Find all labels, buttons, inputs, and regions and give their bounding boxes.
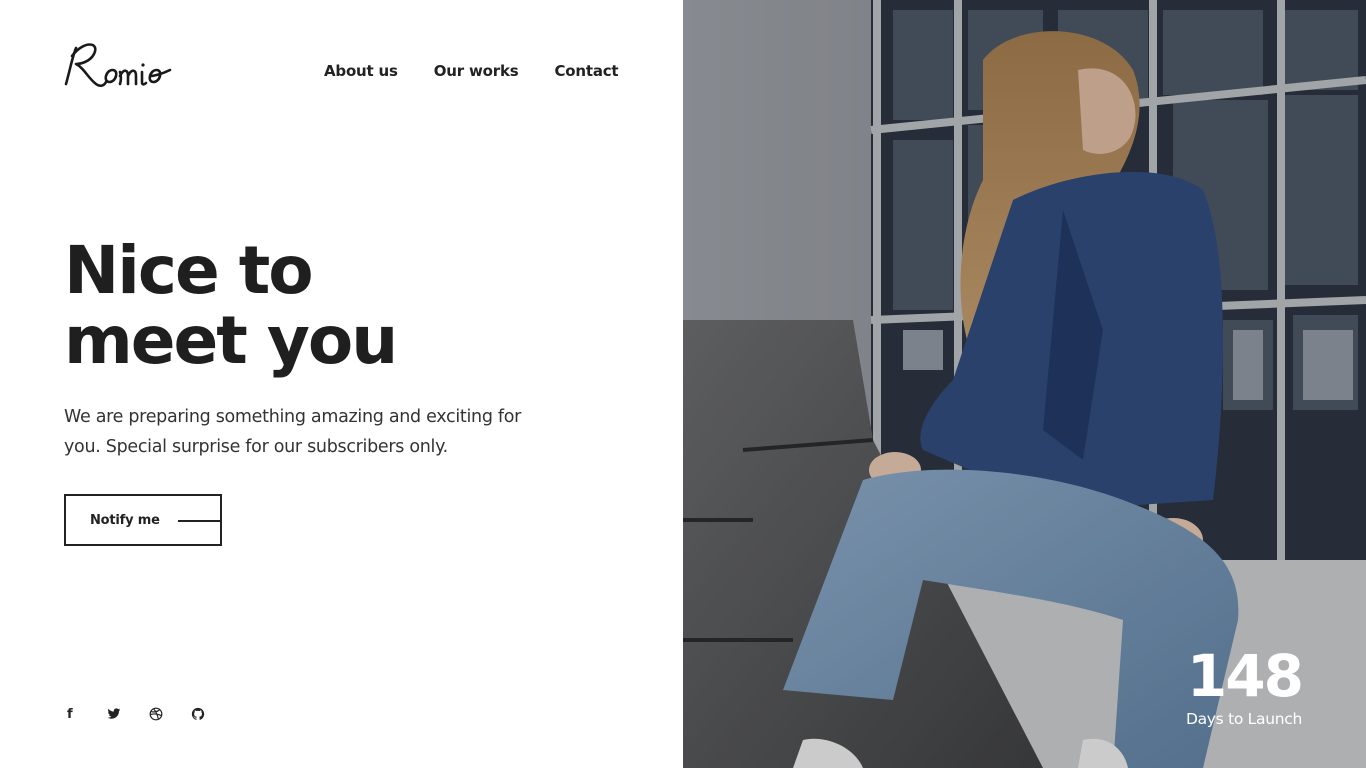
notify-me-label: Notify me	[90, 512, 160, 528]
hero-description: We are preparing something amazing and e…	[64, 407, 522, 457]
hero-title-line1: Nice to	[64, 232, 314, 309]
dribbble-icon[interactable]	[146, 705, 166, 723]
countdown: 148 Days to Launch	[1185, 642, 1304, 728]
hero-photo-panel: 148 Days to Launch	[683, 0, 1366, 768]
hero-title-line2: meet you	[64, 302, 398, 379]
nav-our-works[interactable]: Our works	[434, 62, 519, 80]
twitter-icon[interactable]	[104, 705, 124, 723]
hero-title: Nice to meet you	[64, 232, 398, 379]
countdown-value: 148	[1186, 642, 1304, 710]
brand-logo[interactable]	[62, 36, 182, 96]
notify-me-button[interactable]: Notify me	[64, 494, 222, 546]
arrow-line-icon	[178, 520, 220, 522]
nav-about-us[interactable]: About us	[324, 62, 398, 80]
nav-contact[interactable]: Contact	[554, 62, 618, 80]
left-panel: About us Our works Contact Nice to meet …	[0, 0, 683, 768]
countdown-label: Days to Launch	[1185, 710, 1302, 728]
github-icon[interactable]	[188, 705, 208, 723]
social-links: f	[62, 705, 208, 723]
logo-script	[64, 43, 172, 88]
main-nav: About us Our works Contact	[324, 62, 619, 80]
facebook-icon[interactable]: f	[62, 705, 82, 723]
